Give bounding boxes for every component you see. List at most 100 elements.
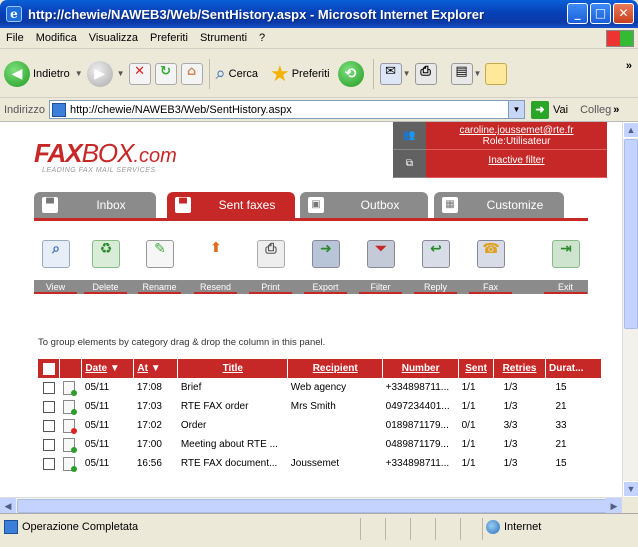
refresh-button[interactable]: ↻: [154, 62, 177, 85]
toolbar-separator: [372, 58, 374, 89]
menu-edit[interactable]: Modifica: [36, 32, 77, 44]
scroll-right-icon[interactable]: ▶: [606, 498, 622, 514]
column-sent[interactable]: Sent: [458, 359, 495, 378]
row-checkbox[interactable]: [42, 457, 55, 470]
column-at[interactable]: At ▼: [133, 359, 179, 378]
forward-dropdown-icon[interactable]: ▼: [117, 69, 125, 78]
stop-button[interactable]: ✕: [128, 62, 151, 85]
home-button[interactable]: ⌂: [180, 62, 203, 85]
cell-sent: 1/1: [461, 382, 476, 393]
column-retries[interactable]: Retries: [493, 359, 546, 378]
column-recipient[interactable]: Recipient: [287, 359, 384, 378]
favorites-button[interactable]: ★ Preferiti: [270, 61, 330, 87]
cell-recipient: Web agency: [290, 382, 347, 393]
window-title-bar[interactable]: e http://chewie/NAWEB3/Web/SentHistory.a…: [0, 0, 638, 28]
toolbar-overflow-icon[interactable]: »: [626, 60, 632, 72]
vertical-scrollbar[interactable]: ▲ ▼: [622, 122, 638, 497]
cell-title: Order: [180, 420, 207, 431]
column-number-label: Number: [401, 363, 440, 374]
close-button[interactable]: ✕: [613, 3, 634, 24]
user-email-link[interactable]: caroline.joussemet@rte.fr: [459, 125, 573, 136]
edit-dropdown-icon[interactable]: ▼: [474, 69, 482, 78]
cell-number: 0189871179...: [385, 420, 449, 431]
user-panel: 👥 caroline.joussemet@rte.fr Role:Utilisa…: [393, 122, 607, 178]
exit-button[interactable]: ⇥ Exit: [544, 234, 587, 296]
faxbox-logo[interactable]: FAXBOX.com LEADING FAX MAIL SERVICES: [34, 138, 177, 174]
tab-sent-faxes[interactable]: ▀ Sent faxes: [167, 192, 295, 218]
column-duration[interactable]: Durat...: [545, 359, 602, 378]
minimize-button[interactable]: _: [567, 3, 588, 24]
menu-view[interactable]: Visualizza: [89, 32, 138, 44]
go-arrow-icon[interactable]: ➜: [530, 100, 549, 119]
resend-button[interactable]: ⬆ Resend: [194, 234, 237, 296]
back-button[interactable]: ◀ Indietro: [4, 60, 70, 87]
view-label: View: [34, 280, 77, 294]
column-at-label: At: [137, 363, 148, 374]
row-checkbox[interactable]: [42, 381, 55, 394]
exit-label: Exit: [544, 280, 587, 294]
tab-outbox[interactable]: ▣ Outbox: [300, 192, 428, 218]
view-button[interactable]: ⌕ View: [34, 234, 77, 296]
table-row[interactable]: 05/11 17:03 RTE FAX order Mrs Smith 0497…: [38, 397, 602, 416]
mail-dropdown-icon[interactable]: ▼: [403, 69, 411, 78]
select-all-checkbox[interactable]: [42, 362, 55, 375]
column-number[interactable]: Number: [382, 359, 460, 378]
cell-at: 17:08: [136, 382, 162, 393]
cell-sent: 1/1: [461, 458, 476, 469]
row-checkbox[interactable]: [42, 400, 55, 413]
table-row[interactable]: 05/11 17:00 Meeting about RTE ... 048987…: [38, 435, 602, 454]
outbox-icon: ▣: [308, 197, 324, 213]
browser-toolbar: ◀ Indietro ▼ ▶ ▼ ✕ ↻ ⌂ ⌕ Cerca ★ Preferi…: [0, 50, 638, 98]
links-overflow-icon[interactable]: »: [613, 104, 619, 116]
menu-tools[interactable]: Strumenti: [200, 32, 247, 44]
menu-file[interactable]: File: [6, 32, 24, 44]
scroll-down-icon[interactable]: ▼: [623, 481, 638, 497]
column-date[interactable]: Date ▼: [81, 359, 135, 378]
table-row[interactable]: 05/11 16:56 RTE FAX document... Jousseme…: [38, 454, 602, 473]
rename-button[interactable]: ✎ Rename: [138, 234, 181, 296]
menu-favorites[interactable]: Preferiti: [150, 32, 188, 44]
cell-date: 05/11: [84, 382, 110, 393]
table-row[interactable]: 05/11 17:08 Brief Web agency +334898711.…: [38, 378, 602, 397]
mail-button[interactable]: ✉: [379, 62, 402, 85]
cell-title: RTE FAX document...: [180, 458, 278, 469]
scroll-left-icon[interactable]: ◀: [0, 498, 16, 514]
edit-button[interactable]: ▤: [450, 62, 473, 85]
print-button[interactable]: ⎙: [414, 62, 437, 85]
select-all-header[interactable]: [38, 359, 61, 378]
settings-grid-icon: ▦: [442, 197, 458, 213]
table-row[interactable]: 05/11 17:02 Order 0189871179... 0/1 3/3 …: [38, 416, 602, 435]
history-button[interactable]: ⟲: [337, 60, 364, 87]
tab-customize[interactable]: ▦ Customize: [434, 192, 564, 218]
cell-title: Meeting about RTE ...: [180, 439, 278, 450]
back-dropdown-icon[interactable]: ▼: [75, 69, 83, 78]
fax-button[interactable]: ☎ Fax: [469, 234, 512, 296]
vertical-scroll-thumb[interactable]: [624, 139, 638, 329]
maximize-button[interactable]: □: [590, 3, 611, 24]
menu-help[interactable]: ?: [259, 32, 265, 44]
print-button[interactable]: ⎙ Print: [249, 234, 292, 296]
fax-error-icon: [62, 418, 77, 434]
address-input[interactable]: http://chewie/NAWEB3/Web/SentHistory.asp…: [48, 100, 525, 119]
links-button[interactable]: Colleg: [580, 104, 611, 116]
folder-icon: ▀: [175, 197, 191, 213]
tab-inbox[interactable]: ▀ Inbox: [34, 192, 156, 218]
forward-button[interactable]: ▶: [86, 60, 113, 87]
filter-icon: ⏷: [367, 240, 395, 268]
filter-button[interactable]: ⏷ Filter: [359, 234, 402, 296]
address-dropdown-icon[interactable]: ▼: [507, 101, 524, 118]
row-checkbox[interactable]: [42, 438, 55, 451]
scroll-up-icon[interactable]: ▲: [623, 122, 638, 138]
go-button[interactable]: Vai: [553, 104, 568, 116]
row-checkbox[interactable]: [42, 419, 55, 432]
export-button[interactable]: ➜ Export: [304, 234, 347, 296]
inactive-filter-link[interactable]: Inactive filter: [488, 155, 544, 166]
delete-button[interactable]: ♻ Delete: [84, 234, 127, 296]
column-title[interactable]: Title: [177, 359, 289, 378]
star-icon: ★: [269, 60, 290, 86]
horizontal-scroll-thumb[interactable]: [17, 499, 607, 513]
search-button[interactable]: ⌕ Cerca: [216, 63, 258, 84]
folder-button[interactable]: [485, 62, 508, 85]
horizontal-scrollbar[interactable]: ◀ ▶: [0, 497, 622, 514]
reply-button[interactable]: ↩ Reply: [414, 234, 457, 296]
